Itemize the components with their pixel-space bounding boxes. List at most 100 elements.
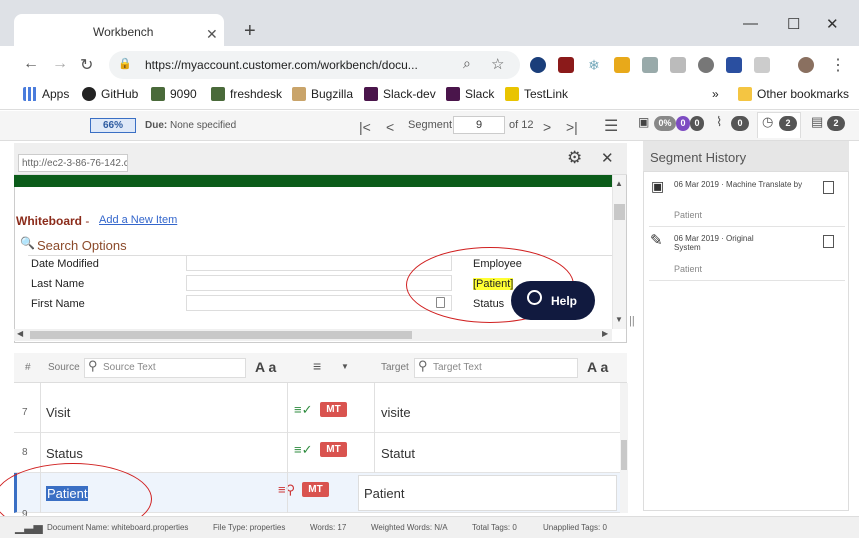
- next-segment-icon[interactable]: >: [543, 119, 551, 135]
- bookmarks-overflow[interactable]: »: [712, 87, 719, 101]
- preview-vertical-scrollbar[interactable]: [612, 175, 626, 329]
- copy-icon[interactable]: [823, 235, 834, 248]
- status-unapplied-tags: Unapplied Tags: 0: [543, 523, 607, 532]
- bugzilla-icon: [292, 87, 306, 101]
- panel-resize-handle[interactable]: ||: [629, 315, 635, 327]
- grid-scroll-thumb[interactable]: [621, 440, 627, 470]
- target-cell[interactable]: Statut: [381, 446, 415, 461]
- paperclip-icon[interactable]: ⌇: [716, 114, 722, 130]
- column-source-label: Source: [48, 362, 80, 373]
- bookmark-bugzilla[interactable]: Bugzilla: [292, 87, 353, 101]
- last-segment-icon[interactable]: >|: [566, 119, 578, 135]
- extension-save-icon[interactable]: [726, 57, 742, 73]
- history-entry-text: Patient: [674, 264, 703, 274]
- back-icon[interactable]: ←: [23, 55, 39, 73]
- extension-box-icon[interactable]: [754, 57, 770, 73]
- bookmark-star-icon[interactable]: ☆: [491, 55, 504, 73]
- zoom-search-icon[interactable]: ⌕: [463, 55, 471, 72]
- filter-dropdown-icon[interactable]: ▼: [341, 362, 349, 371]
- attachments-badge: 0: [731, 116, 749, 131]
- history-badge: 2: [779, 116, 797, 131]
- maximize-icon[interactable]: ☐: [787, 15, 800, 33]
- extension-puzzle-icon[interactable]: [670, 57, 686, 73]
- segment-history-title: Segment History: [643, 141, 849, 171]
- search-options-heading: Search Options: [37, 238, 127, 253]
- filter-icon[interactable]: ≡: [313, 358, 321, 374]
- mt-badge: MT: [320, 442, 347, 457]
- confirmed-check-icon: ≡✓: [294, 402, 313, 417]
- hamburger-menu-icon[interactable]: ☰: [604, 116, 618, 136]
- segment-history-panel: [643, 171, 849, 511]
- briefcase-icon[interactable]: ▣: [638, 115, 649, 129]
- scroll-right-icon[interactable]: ▶: [602, 329, 608, 338]
- status-weighted-words: Weighted Words: N/A: [371, 523, 448, 532]
- source-cell[interactable]: Visit: [46, 405, 70, 420]
- freshdesk-icon: [211, 87, 225, 101]
- target-case-toggle[interactable]: A a: [587, 359, 608, 375]
- horizontal-scroll-thumb[interactable]: [30, 331, 412, 339]
- close-window-icon[interactable]: ✕: [826, 15, 839, 33]
- history-entry-date: 06 Mar 2019 · Original: [674, 234, 754, 243]
- profile-avatar[interactable]: [798, 57, 814, 73]
- scroll-down-icon[interactable]: ▼: [615, 315, 623, 324]
- bookmark-9090[interactable]: 9090: [151, 87, 197, 101]
- column-divider: [374, 383, 375, 473]
- close-tab-icon[interactable]: ✕: [206, 26, 218, 43]
- extension-info-icon[interactable]: [530, 57, 546, 73]
- status-words: Words: 17: [310, 523, 347, 532]
- segment-label: Segment: [408, 119, 453, 131]
- help-button[interactable]: Help: [511, 281, 595, 320]
- bookmark-apps[interactable]: Apps: [23, 87, 69, 101]
- target-search-input[interactable]: Target Text: [414, 358, 578, 378]
- source-search-input[interactable]: Source Text: [84, 358, 246, 378]
- github-icon: [82, 87, 96, 101]
- scroll-up-icon[interactable]: ▲: [615, 179, 623, 188]
- forward-icon[interactable]: →: [52, 55, 68, 73]
- bookmark-slack[interactable]: Slack: [446, 87, 494, 101]
- status-file-type: File Type: properties: [213, 523, 286, 532]
- target-cell[interactable]: visite: [381, 405, 411, 420]
- bookmark-slack-dev[interactable]: Slack-dev: [364, 87, 436, 101]
- first-segment-icon[interactable]: |<: [359, 119, 371, 135]
- add-new-item-link[interactable]: Add a New Item: [99, 214, 177, 226]
- bookmark-freshdesk[interactable]: freshdesk: [211, 87, 282, 101]
- extension-yellow-icon[interactable]: [614, 57, 630, 73]
- bookmark-testlink[interactable]: TestLink: [505, 87, 568, 101]
- row-number: 8: [22, 447, 28, 458]
- extension-circle-icon[interactable]: [698, 57, 714, 73]
- table-row[interactable]: [14, 393, 620, 433]
- close-preview-icon[interactable]: ✕: [601, 149, 614, 167]
- comment-icon[interactable]: ▤: [811, 114, 823, 130]
- scroll-left-icon[interactable]: ◀: [17, 329, 23, 338]
- bookmark-github[interactable]: GitHub: [82, 87, 138, 101]
- status-document-name: Document Name: whiteboard.properties: [47, 523, 189, 532]
- source-cell[interactable]: Status: [46, 446, 83, 461]
- field-label-first-name: First Name: [31, 298, 85, 310]
- column-divider: [287, 383, 288, 513]
- count-badge: 0: [676, 116, 690, 131]
- slack-icon: [364, 87, 378, 101]
- chart-icon[interactable]: ▁▃▅: [15, 520, 43, 534]
- prev-segment-icon[interactable]: <: [386, 119, 394, 135]
- bookmark-other[interactable]: Other bookmarks: [738, 87, 849, 101]
- testlink-icon: [505, 87, 519, 101]
- count-badge: 0: [690, 116, 704, 131]
- copy-icon[interactable]: [823, 181, 834, 194]
- menu-kebab-icon[interactable]: ⋮: [830, 55, 846, 75]
- date-modified-input[interactable]: [186, 255, 452, 271]
- gear-icon[interactable]: ⚙: [567, 148, 582, 168]
- extension-snowflake-icon[interactable]: ❄: [586, 57, 602, 73]
- extension-shield-icon[interactable]: [558, 57, 574, 73]
- target-editor-text[interactable]: Patient: [364, 486, 404, 501]
- vertical-scroll-thumb[interactable]: [614, 204, 625, 220]
- extension-g-icon[interactable]: [642, 57, 658, 73]
- reload-icon[interactable]: ↻: [80, 55, 93, 75]
- minimize-icon[interactable]: —: [743, 15, 758, 32]
- source-case-toggle[interactable]: A a: [255, 359, 276, 375]
- new-tab-icon[interactable]: +: [244, 20, 256, 43]
- history-entry-sub: System: [674, 243, 701, 252]
- segment-input[interactable]: 9: [453, 116, 505, 134]
- browser-tab[interactable]: Workbench: [14, 14, 224, 48]
- history-entry-text: Patient: [674, 210, 703, 220]
- grid-spacer: [14, 383, 620, 393]
